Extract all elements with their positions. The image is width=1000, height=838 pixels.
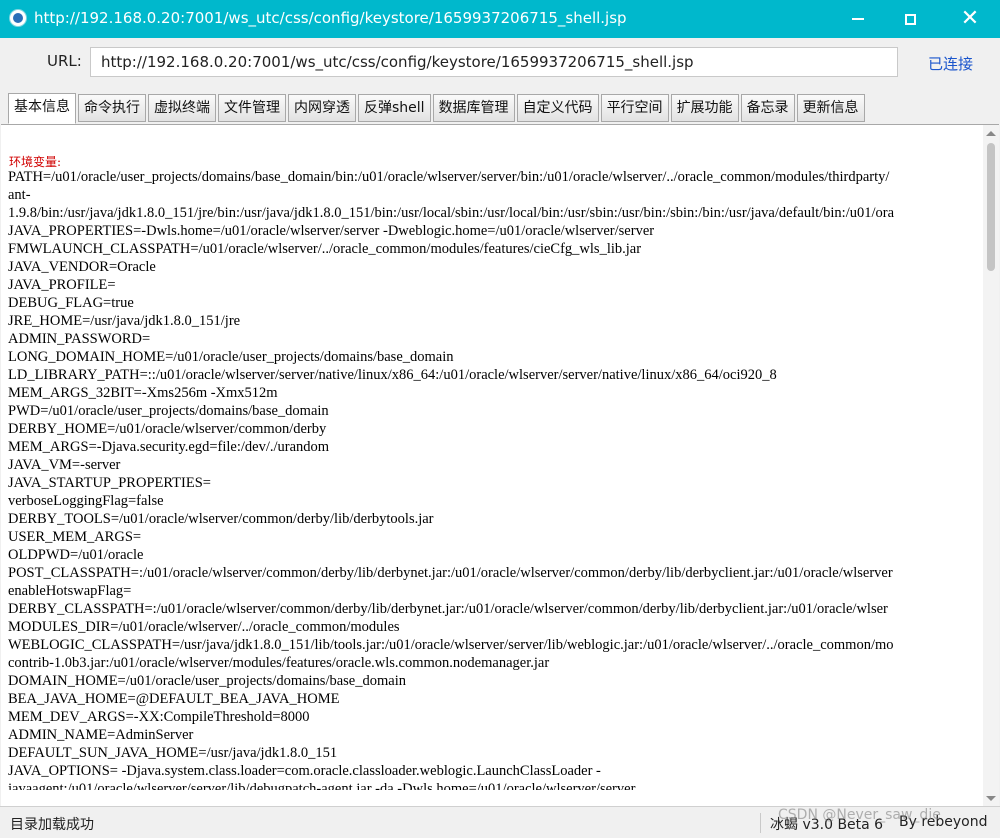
env-var-line: JAVA_OPTIONS= -Djava.system.class.loader… — [8, 763, 601, 779]
status-message: 目录加载成功 — [10, 817, 94, 833]
scroll-down-icon[interactable] — [986, 796, 996, 801]
minimize-icon — [852, 18, 864, 20]
env-var-line: MEM_ARGS_32BIT=-Xms256m -Xmx512m — [8, 385, 278, 401]
maximize-button[interactable] — [882, 0, 938, 38]
env-vars-text: PATH=/u01/oracle/user_projects/domains/b… — [8, 168, 983, 790]
env-var-line: ADMIN_PASSWORD= — [8, 331, 151, 347]
url-input[interactable] — [90, 47, 898, 77]
env-var-line: PWD=/u01/oracle/user_projects/domains/ba… — [8, 403, 329, 419]
status-divider — [760, 813, 761, 833]
window-title: http://192.168.0.20:7001/ws_utc/css/conf… — [34, 9, 627, 27]
env-var-line: JAVA_PROPERTIES=-Dwls.home=/u01/oracle/w… — [8, 223, 655, 239]
env-var-line: USER_MEM_ARGS= — [8, 529, 142, 545]
app-logo-icon — [9, 9, 27, 27]
watermark: CSDN @Never_saw_die — [778, 807, 941, 823]
env-var-line: contrib-1.0b3.jar:/u01/oracle/wlserver/m… — [8, 655, 550, 671]
env-var-line: LONG_DOMAIN_HOME=/u01/oracle/user_projec… — [8, 349, 454, 365]
close-button[interactable]: ✕ — [942, 0, 998, 38]
env-var-line: BEA_JAVA_HOME=@DEFAULT_BEA_JAVA_HOME — [8, 691, 340, 707]
tab-6[interactable]: 反弹shell — [358, 94, 431, 122]
env-var-line: JAVA_PROFILE= — [8, 277, 116, 293]
tab-12[interactable]: 更新信息 — [796, 94, 865, 122]
tab-1[interactable]: 基本信息 — [8, 93, 76, 124]
vertical-scrollbar[interactable] — [983, 125, 999, 807]
env-var-line: DEFAULT_SUN_JAVA_HOME=/usr/java/jdk1.8.0… — [8, 745, 338, 761]
scrollbar-thumb[interactable] — [987, 143, 995, 271]
tab-2[interactable]: 命令执行 — [78, 94, 146, 122]
minimize-button[interactable] — [830, 0, 886, 38]
env-var-line: enableHotswapFlag= — [8, 583, 132, 599]
env-var-line: JRE_HOME=/usr/java/jdk1.8.0_151/jre — [8, 313, 241, 329]
env-var-line: javaagent:/u01/oracle/wlserver/server/li… — [8, 781, 636, 790]
env-var-line: JAVA_VENDOR=Oracle — [8, 259, 156, 275]
env-var-line: OLDPWD=/u01/oracle — [8, 547, 144, 563]
connection-status-link[interactable]: 已连接 — [928, 53, 973, 74]
env-var-line: JAVA_STARTUP_PROPERTIES= — [8, 475, 211, 491]
tab-9[interactable]: 平行空间 — [600, 94, 669, 122]
tab-7[interactable]: 数据库管理 — [432, 94, 515, 122]
env-var-line: DERBY_CLASSPATH=:/u01/oracle/wlserver/co… — [8, 601, 888, 617]
env-var-line: DERBY_TOOLS=/u01/oracle/wlserver/common/… — [8, 511, 434, 527]
tab-4[interactable]: 文件管理 — [218, 94, 286, 122]
url-label: URL: — [47, 52, 82, 70]
env-var-line: JAVA_VM=-server — [8, 457, 121, 473]
close-icon: ✕ — [960, 6, 980, 31]
scroll-up-icon[interactable] — [986, 131, 996, 136]
env-var-line: ADMIN_NAME=AdminServer — [8, 727, 194, 743]
env-var-line: DERBY_HOME=/u01/oracle/wlserver/common/d… — [8, 421, 327, 437]
env-var-line: MEM_DEV_ARGS=-XX:CompileThreshold=8000 — [8, 709, 310, 725]
env-var-line: PATH=/u01/oracle/user_projects/domains/b… — [8, 169, 890, 185]
env-var-line: DEBUG_FLAG=true — [8, 295, 134, 311]
url-toolbar: URL: 已连接 — [0, 38, 1000, 88]
tab-5[interactable]: 内网穿透 — [288, 94, 356, 122]
env-var-line: verboseLoggingFlag=false — [8, 493, 164, 509]
env-var-line: ant- — [8, 187, 31, 203]
env-var-line: 1.9.8/bin:/usr/java/jdk1.8.0_151/jre/bin… — [8, 205, 895, 221]
tab-10[interactable]: 扩展功能 — [670, 94, 739, 122]
env-var-line: FMWLAUNCH_CLASSPATH=/u01/oracle/wlserver… — [8, 241, 642, 257]
tab-bar: 基本信息 命令执行 虚拟终端 文件管理 内网穿透 反弹shell 数据库管理 自定义代码 平行空… — [8, 93, 867, 124]
title-bar: http://192.168.0.20:7001/ws_utc/css/conf… — [0, 0, 1000, 38]
env-var-line: MODULES_DIR=/u01/oracle/wlserver/../orac… — [8, 619, 400, 635]
maximize-icon — [904, 13, 916, 25]
env-var-line: POST_CLASSPATH=:/u01/oracle/wlserver/com… — [8, 565, 893, 581]
env-var-line: LD_LIBRARY_PATH=::/u01/oracle/wlserver/s… — [8, 367, 777, 383]
env-var-line: DOMAIN_HOME=/u01/oracle/user_projects/do… — [8, 673, 406, 689]
tab-11[interactable]: 备忘录 — [740, 94, 795, 122]
tab-8[interactable]: 自定义代码 — [516, 94, 599, 122]
env-var-line: MEM_ARGS=-Djava.security.egd=file:/dev/.… — [8, 439, 330, 455]
env-var-line: WEBLOGIC_CLASSPATH=/usr/java/jdk1.8.0_15… — [8, 637, 894, 653]
info-panel: 环境变量: PATH=/u01/oracle/user_projects/dom… — [1, 124, 999, 807]
tab-3[interactable]: 虚拟终端 — [148, 94, 216, 122]
